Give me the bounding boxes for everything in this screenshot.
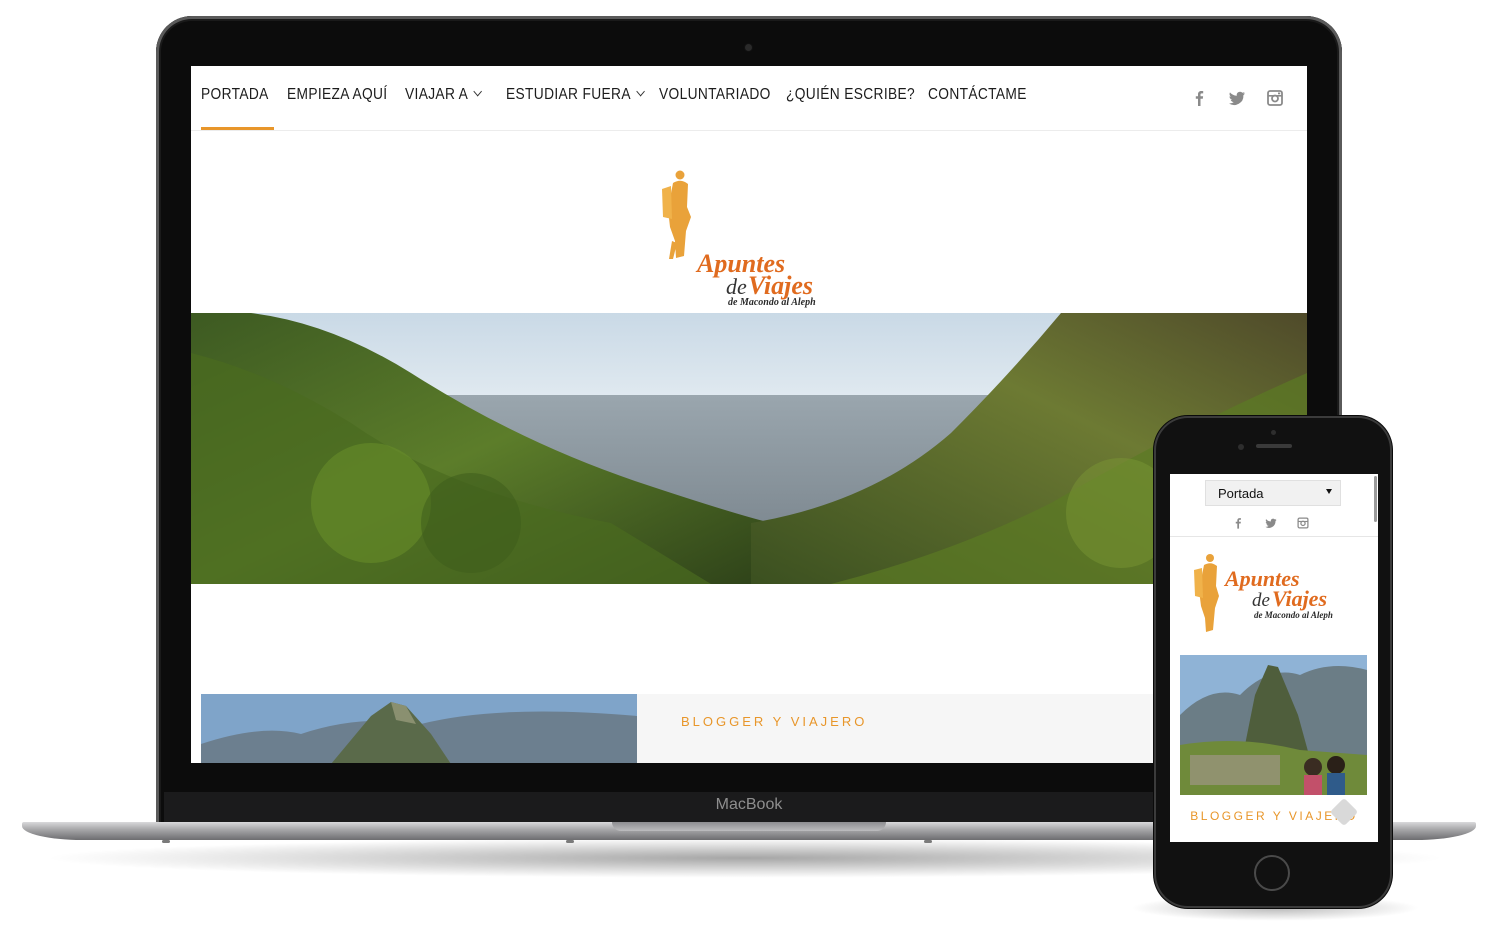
nav-item-empieza-aqui[interactable]: EMPIEZA AQUÍ xyxy=(287,86,387,104)
mobile-divider xyxy=(1170,536,1378,537)
facebook-icon[interactable] xyxy=(1189,88,1209,108)
mobile-menu-selected: Portada xyxy=(1218,486,1264,501)
nav-item-estudiar-fuera[interactable]: ESTUDIAR FUERA xyxy=(506,86,645,104)
chevron-down-icon xyxy=(636,86,645,97)
site-logo[interactable]: Apuntes de Viajes de Macondo al Aleph xyxy=(1170,544,1378,644)
instagram-icon[interactable] xyxy=(1265,88,1285,108)
logo-tagline: de Macondo al Aleph xyxy=(1254,610,1333,620)
phone-speaker xyxy=(1256,444,1292,448)
about-label: BLOGGER Y VIAJERO xyxy=(681,714,868,729)
nav-item-label: PORTADA xyxy=(201,86,269,103)
chevron-down-icon xyxy=(473,86,483,97)
hero-banner-image xyxy=(191,313,1307,584)
twitter-icon[interactable] xyxy=(1227,88,1247,108)
nav-item-label: CONTÁCTAME xyxy=(928,86,1027,103)
nav-item-quien-escribe[interactable]: ¿QUIÉN ESCRIBE? xyxy=(786,86,915,104)
home-button[interactable] xyxy=(1254,855,1290,891)
main-nav: PORTADA EMPIEZA AQUÍ VIAJAR A ESTUDIAR F… xyxy=(191,66,1307,131)
instagram-icon[interactable] xyxy=(1296,516,1310,530)
nav-item-label: VOLUNTARIADO xyxy=(659,86,771,103)
traveler-figure-icon xyxy=(662,170,691,259)
laptop-camera xyxy=(745,44,752,51)
nav-item-label: EMPIEZA AQUÍ xyxy=(287,86,388,103)
laptop-foot xyxy=(924,840,932,843)
laptop-foot xyxy=(162,840,170,843)
phone-camera xyxy=(1238,444,1244,450)
nav-item-portada[interactable]: PORTADA xyxy=(201,86,269,104)
nav-item-contactame[interactable]: CONTÁCTAME xyxy=(928,86,1027,104)
site-logo-area: Apuntes de Viajes de Macondo al Aleph xyxy=(191,131,1307,311)
machu-picchu-photo xyxy=(1180,655,1367,795)
mobile-menu-select[interactable]: Portada xyxy=(1205,480,1341,506)
landscape-photo xyxy=(191,313,1307,584)
site-logo[interactable]: Apuntes de Viajes de Macondo al Aleph xyxy=(191,131,1307,311)
nav-item-label: ESTUDIAR FUERA xyxy=(506,86,631,103)
caret-down-icon xyxy=(1326,489,1332,494)
twitter-icon[interactable] xyxy=(1264,516,1278,530)
about-photo xyxy=(201,694,637,763)
mountain-photo xyxy=(201,694,637,763)
mobile-about-photo xyxy=(1180,655,1367,795)
nav-item-label: ¿QUIÉN ESCRIBE? xyxy=(786,86,916,103)
mobile-scrollbar[interactable] xyxy=(1374,476,1377,522)
logo-tagline: de Macondo al Aleph xyxy=(728,297,816,308)
laptop-notch xyxy=(612,822,886,831)
mobile-screen: Portada Apuntes de Viajes de Macondo al … xyxy=(1170,474,1378,842)
nav-item-viajar-a[interactable]: VIAJAR A xyxy=(405,86,483,104)
logo-line2-prefix: de xyxy=(1252,590,1270,611)
mobile-logo-area: Apuntes de Viajes de Macondo al Aleph xyxy=(1170,544,1378,644)
facebook-icon[interactable] xyxy=(1231,516,1245,530)
logo-line2: Viajes xyxy=(748,271,813,300)
logo-line2-prefix: de xyxy=(726,274,747,299)
phone-sensor xyxy=(1271,430,1276,435)
desktop-screen: PORTADA EMPIEZA AQUÍ VIAJAR A ESTUDIAR F… xyxy=(191,66,1307,763)
traveler-figure-icon xyxy=(1194,554,1219,632)
logo-line2: Viajes xyxy=(1272,586,1327,611)
nav-active-underline xyxy=(201,127,274,130)
nav-item-voluntariado[interactable]: VOLUNTARIADO xyxy=(659,86,771,104)
laptop-foot xyxy=(566,840,574,843)
nav-item-label: VIAJAR A xyxy=(405,86,469,103)
